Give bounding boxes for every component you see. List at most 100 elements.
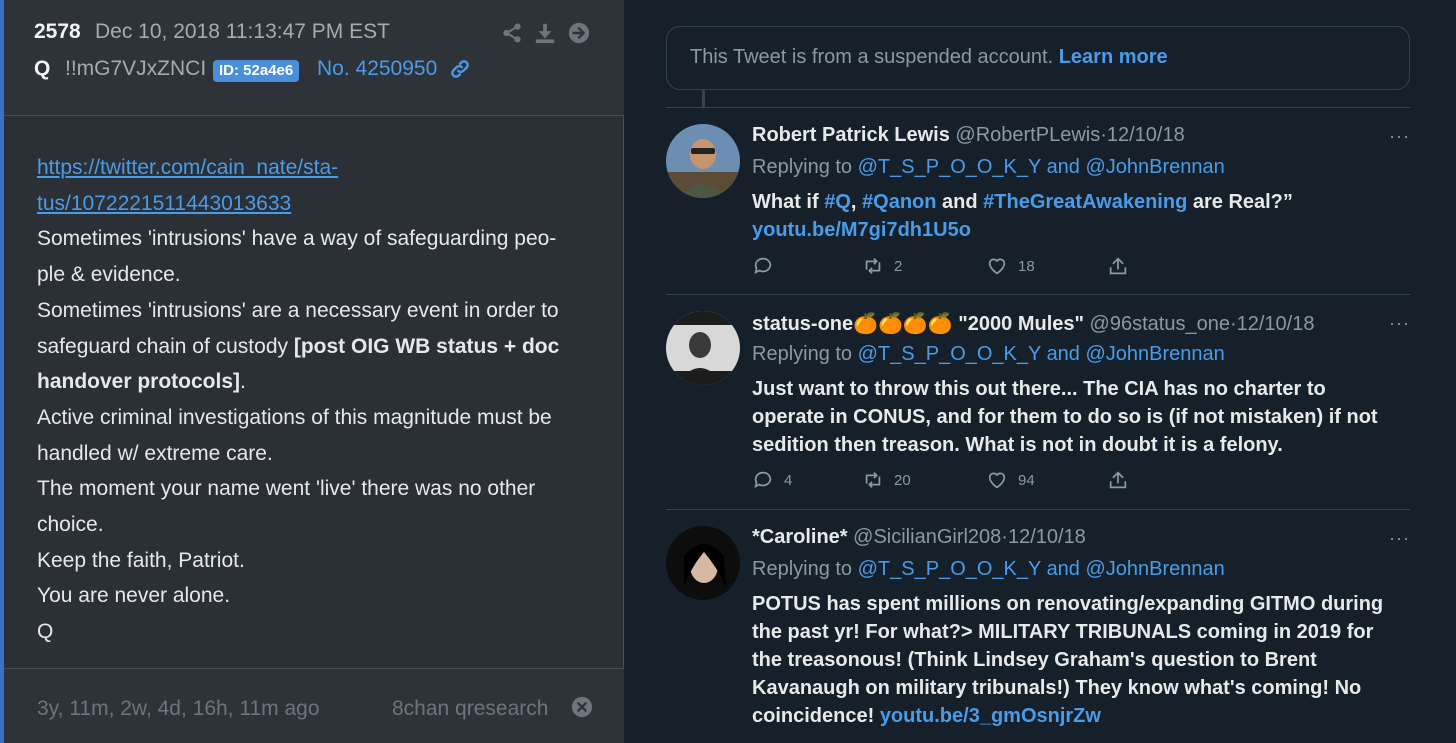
tweet-text: POTUS has spent millions on renovating/e… xyxy=(752,590,1383,730)
more-options-icon[interactable]: ··· xyxy=(1389,126,1410,147)
tweet-thread-panel: This Tweet is from a suspended account. … xyxy=(625,0,1456,743)
replying-prefix: Replying to xyxy=(752,156,853,178)
close-icon[interactable] xyxy=(571,696,593,718)
post-footer: 3y, 11m, 2w, 4d, 16h, 11m ago 8chan qres… xyxy=(4,668,624,743)
like-button[interactable]: 94 xyxy=(986,468,1035,492)
post-number: 2578 xyxy=(34,20,81,43)
display-name[interactable]: status-one🍊🍊🍊🍊 "2000 Mules" xyxy=(752,313,1084,335)
post-text-fragment: . xyxy=(240,370,246,394)
reply-handle-link[interactable]: @T_S_P_O_O_K_Y xyxy=(858,558,1041,580)
heart-icon xyxy=(988,258,1006,275)
link-icon[interactable] xyxy=(449,58,471,80)
download-icon[interactable] xyxy=(534,22,556,44)
retweet-icon xyxy=(865,472,881,488)
tweet-text-fragment: coincidence! xyxy=(752,705,880,727)
post-link-line-1[interactable]: https://twitter.com/cain_nate/sta- xyxy=(37,150,597,186)
tweet-text-line: operate in CONUS, and for them to do so … xyxy=(752,406,1378,428)
share-button[interactable] xyxy=(1107,254,1139,278)
tweet-text-fragment: , xyxy=(850,191,863,213)
reply-handle-link[interactable]: @T_S_P_O_O_K_Y xyxy=(858,156,1041,178)
share-button[interactable] xyxy=(1107,468,1139,492)
id-badge: ID: 52a4e6 xyxy=(213,60,300,82)
user-handle[interactable]: @RobertPLewis xyxy=(955,124,1100,146)
reply-handle-link[interactable]: @JohnBrennan xyxy=(1086,156,1225,178)
retweet-button[interactable]: 20 xyxy=(862,468,911,492)
tweet-date[interactable]: ·12/10/18 xyxy=(1100,124,1185,146)
like-button[interactable]: 18 xyxy=(986,254,1035,278)
learn-more-link[interactable]: Learn more xyxy=(1059,46,1168,68)
share-upload-icon xyxy=(1109,257,1127,275)
post-body: https://twitter.com/cain_nate/sta- tus/1… xyxy=(37,150,597,650)
heart-icon xyxy=(988,472,1006,489)
replying-prefix: Replying to xyxy=(752,558,853,580)
share-icon[interactable] xyxy=(501,22,523,44)
q-post-panel: 2578 Dec 10, 2018 11:13:47 PM EST Q !!mG… xyxy=(0,0,624,743)
divider xyxy=(666,107,1410,108)
reply-handle-link[interactable]: @JohnBrennan xyxy=(1086,343,1225,365)
divider xyxy=(666,509,1410,510)
user-handle[interactable]: @SicilianGirl208 xyxy=(853,526,1001,548)
post-text-line: ple & evidence. xyxy=(37,263,181,287)
tweet-date[interactable]: ·12/10/18 xyxy=(1001,526,1086,548)
tweet[interactable]: Robert Patrick Lewis @RobertPLewis·12/10… xyxy=(666,124,1410,284)
tweet-text-line: POTUS has spent millions on renovating/e… xyxy=(752,593,1384,615)
reply-handle-link[interactable]: @T_S_P_O_O_K_Y xyxy=(858,343,1041,365)
reply-and: and xyxy=(1046,558,1080,580)
tweet-text-fragment: are Real?” xyxy=(1187,191,1293,213)
hashtag-link[interactable]: #Qanon xyxy=(862,191,936,213)
more-options-icon[interactable]: ··· xyxy=(1389,313,1410,334)
tweet-text: Just want to throw this out there... The… xyxy=(752,375,1378,459)
post-no-link[interactable]: No. 4250950 xyxy=(317,57,437,81)
hashtag-link[interactable]: #Q xyxy=(824,191,851,213)
divider xyxy=(666,294,1410,295)
replying-to: Replying to @T_S_P_O_O_K_Y and @JohnBren… xyxy=(752,156,1225,179)
more-options-icon[interactable]: ··· xyxy=(1389,528,1410,549)
post-date: Dec 10, 2018 11:13:47 PM EST xyxy=(95,20,390,43)
post-text-line: The moment your name went 'live' there w… xyxy=(37,477,536,501)
post-age: 3y, 11m, 2w, 4d, 16h, 11m ago xyxy=(37,697,320,720)
reply-and: and xyxy=(1046,343,1080,365)
tweet-actions: 2 18 xyxy=(752,254,1172,278)
tweet[interactable]: *Caroline* @SicilianGirl208·12/10/18 ···… xyxy=(666,526,1410,743)
avatar[interactable] xyxy=(666,311,740,385)
post-text-line: choice. xyxy=(37,513,104,537)
post-source: 8chan qresearch xyxy=(392,697,549,720)
reply-button[interactable] xyxy=(752,254,784,278)
suspended-tweet-notice: This Tweet is from a suspended account. … xyxy=(666,26,1410,90)
tweet-text: What if #Q, #Qanon and #TheGreatAwakenin… xyxy=(752,188,1293,244)
avatar[interactable] xyxy=(666,124,740,198)
post-author: Q xyxy=(34,57,51,80)
retweet-count: 20 xyxy=(894,471,911,489)
reply-icon xyxy=(754,257,772,275)
post-text-line: Keep the faith, Patriot. xyxy=(37,548,245,572)
avatar[interactable] xyxy=(666,526,740,600)
hashtag-link[interactable]: #TheGreatAwakening xyxy=(983,191,1187,213)
post-text-line: You are never alone. xyxy=(37,584,231,608)
tweet-header: status-one🍊🍊🍊🍊 "2000 Mules" @96status_on… xyxy=(752,311,1314,336)
like-count: 18 xyxy=(1018,257,1035,275)
display-name[interactable]: Robert Patrick Lewis xyxy=(752,124,950,146)
post-bold-fragment: handover protocols] xyxy=(37,370,241,394)
tweet-text-line: coincidence! youtu.be/3_gmOsnjrZw xyxy=(752,702,1383,730)
replying-to: Replying to @T_S_P_O_O_K_Y and @JohnBren… xyxy=(752,558,1225,581)
reply-handle-link[interactable]: @JohnBrennan xyxy=(1086,558,1225,580)
post-text-line: handover protocols]. xyxy=(37,364,597,400)
reply-and: and xyxy=(1046,156,1080,178)
post-link-line-2[interactable]: tus/1072221511443013633 xyxy=(37,186,597,222)
retweet-button[interactable]: 2 xyxy=(862,254,902,278)
arrow-right-circle-icon[interactable] xyxy=(568,22,590,44)
like-count: 94 xyxy=(1018,471,1035,489)
display-name[interactable]: *Caroline* xyxy=(752,526,848,548)
youtube-link[interactable]: youtu.be/M7gi7dh1U5o xyxy=(752,216,1293,244)
tweet-actions: 4 20 94 xyxy=(752,468,1172,492)
tweet-header: *Caroline* @SicilianGirl208·12/10/18 xyxy=(752,526,1086,549)
user-handle[interactable]: @96status_one xyxy=(1090,313,1230,335)
replying-prefix: Replying to xyxy=(752,343,853,365)
tweet-date[interactable]: ·12/10/18 xyxy=(1230,313,1315,335)
tweet-text-line: the treasonous! (Think Lindsey Graham's … xyxy=(752,649,1317,671)
retweet-icon xyxy=(865,258,881,274)
suspended-text: This Tweet is from a suspended account. xyxy=(690,46,1054,68)
reply-button[interactable]: 4 xyxy=(752,468,792,492)
youtube-link[interactable]: youtu.be/3_gmOsnjrZw xyxy=(880,705,1101,727)
tweet[interactable]: status-one🍊🍊🍊🍊 "2000 Mules" @96status_on… xyxy=(666,311,1410,501)
